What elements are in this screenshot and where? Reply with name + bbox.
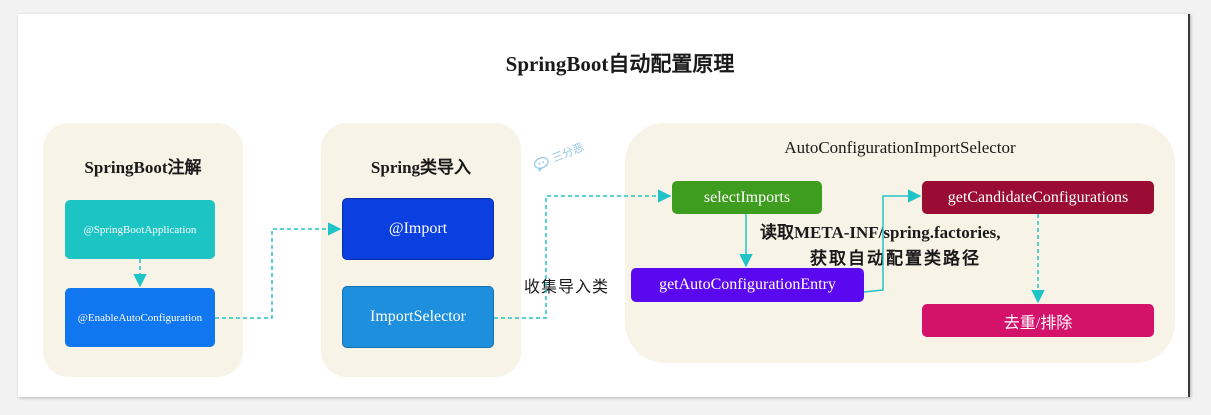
arrow-entry-to-candidate [863,189,922,293]
arrow-enable-to-import [215,222,342,319]
arrow-importselector-to-selectimports [494,189,672,319]
connector-arrows [133,189,1045,319]
